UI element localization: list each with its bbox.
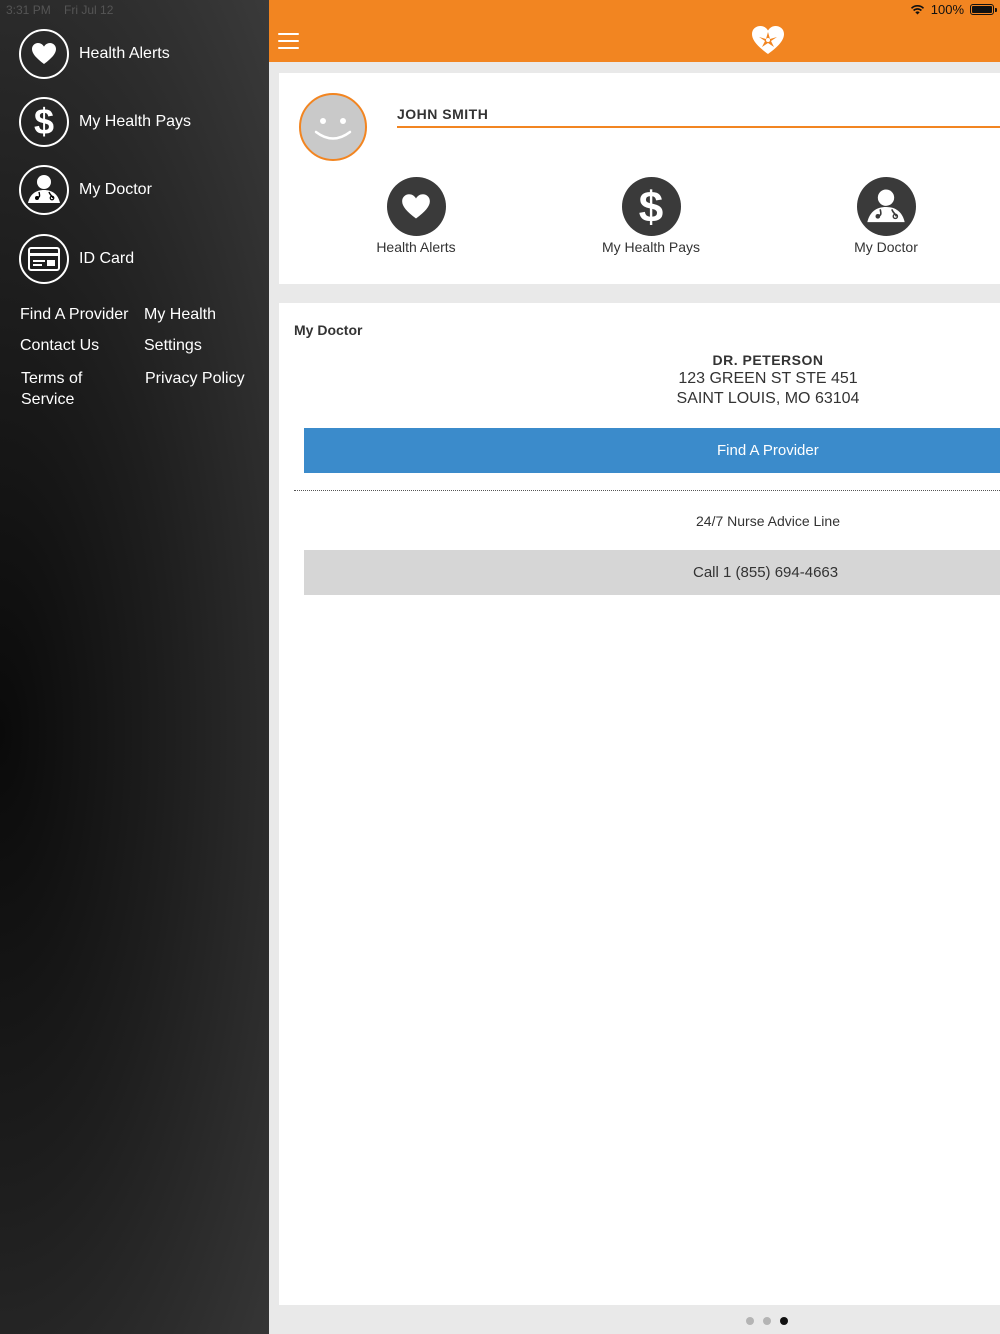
doctor-icon — [28, 175, 60, 203]
doctor-icon — [867, 189, 905, 222]
heart-icon — [402, 193, 430, 219]
heart-icon — [32, 43, 56, 64]
sidebar-link-settings[interactable]: Settings — [144, 335, 202, 356]
quick-link-my-doctor[interactable]: My Doctor — [806, 177, 966, 255]
svg-text:$: $ — [34, 104, 54, 140]
sidebar-item-label: My Doctor — [79, 181, 152, 198]
profile-card: JOHN SMITH Health Alerts $ My Health Pay… — [279, 73, 1000, 284]
sidebar-item-label: Health Alerts — [79, 45, 170, 62]
smiley-face-icon — [314, 118, 352, 140]
status-bar-right: 100% — [910, 2, 997, 17]
dollar-icon: $ — [34, 104, 54, 140]
quick-doctor-circle — [856, 177, 916, 236]
sidebar-link-contact-us[interactable]: Contact Us — [20, 335, 99, 356]
wifi-icon — [910, 5, 924, 15]
quick-heart-circle — [386, 177, 446, 236]
page-dot[interactable] — [763, 1317, 771, 1325]
quick-link-label: My Health Pays — [601, 239, 701, 255]
page-indicator — [746, 1317, 788, 1325]
sidebar-link-privacy[interactable]: Privacy Policy — [145, 368, 245, 389]
page-dot-active[interactable] — [780, 1317, 788, 1325]
sidebar-link-find-provider[interactable]: Find A Provider — [20, 304, 129, 325]
status-date: Fri Jul 12 — [64, 3, 114, 17]
quick-link-label: Health Alerts — [376, 239, 456, 255]
quick-dollar-circle: $ — [621, 177, 681, 236]
avatar[interactable] — [299, 93, 367, 161]
sidebar-link-terms[interactable]: Terms of Service — [21, 368, 82, 410]
call-nurse-button[interactable]: Call 1 (855) 694-4663 — [304, 550, 1000, 595]
sidebar-dollar-circle: $ — [19, 97, 69, 147]
nurse-line-label: 24/7 Nurse Advice Line — [696, 513, 840, 529]
id-card-icon — [28, 247, 60, 271]
sidebar-doctor-circle — [19, 165, 69, 215]
svg-text:$: $ — [639, 185, 663, 229]
user-name: JOHN SMITH — [397, 106, 489, 122]
quick-link-my-health-pays[interactable]: $ My Health Pays — [571, 177, 731, 255]
dollar-icon: $ — [639, 185, 663, 229]
sidebar-heart-circle — [19, 29, 69, 79]
app-header — [269, 0, 1000, 62]
status-time: 3:31 PM — [6, 3, 51, 17]
status-bar-left: 3:31 PM Fri Jul 12 — [6, 3, 123, 17]
doctor-address-line2: SAINT LOUIS, MO 63104 — [676, 390, 860, 407]
terms-line-2: Service — [21, 391, 75, 408]
divider — [294, 490, 1000, 491]
quick-link-label: My Doctor — [854, 239, 918, 255]
menu-icon[interactable] — [278, 33, 299, 49]
sidebar-item-my-health-pays[interactable]: $ My Health Pays — [19, 97, 191, 147]
find-provider-button[interactable]: Find A Provider — [304, 428, 1000, 473]
sidebar-item-id-card[interactable]: ID Card — [19, 234, 134, 284]
sidebar-link-my-health[interactable]: My Health — [144, 304, 216, 325]
doctor-name: DR. PETERSON — [712, 352, 824, 368]
my-doctor-card: My Doctor DR. PETERSON 123 GREEN ST STE … — [279, 303, 1000, 1305]
sidebar-item-label: ID Card — [79, 250, 135, 267]
sidebar: Health Alerts $ My Health Pays My Doctor — [0, 0, 269, 1334]
page-dot[interactable] — [746, 1317, 754, 1325]
terms-line-1: Terms of — [21, 370, 83, 387]
heart-logo-icon — [752, 26, 784, 54]
section-title: My Doctor — [294, 322, 363, 338]
battery-icon — [970, 4, 997, 15]
sidebar-id-card-circle — [19, 234, 69, 284]
sidebar-item-my-doctor[interactable]: My Doctor — [19, 165, 152, 215]
quick-link-health-alerts[interactable]: Health Alerts — [336, 177, 496, 255]
sidebar-item-label: My Health Pays — [79, 113, 192, 130]
battery-percent: 100% — [930, 2, 964, 17]
name-underline — [397, 126, 1000, 128]
doctor-address-line1: 123 GREEN ST STE 451 — [678, 370, 858, 387]
sidebar-item-health-alerts[interactable]: Health Alerts — [19, 29, 170, 79]
